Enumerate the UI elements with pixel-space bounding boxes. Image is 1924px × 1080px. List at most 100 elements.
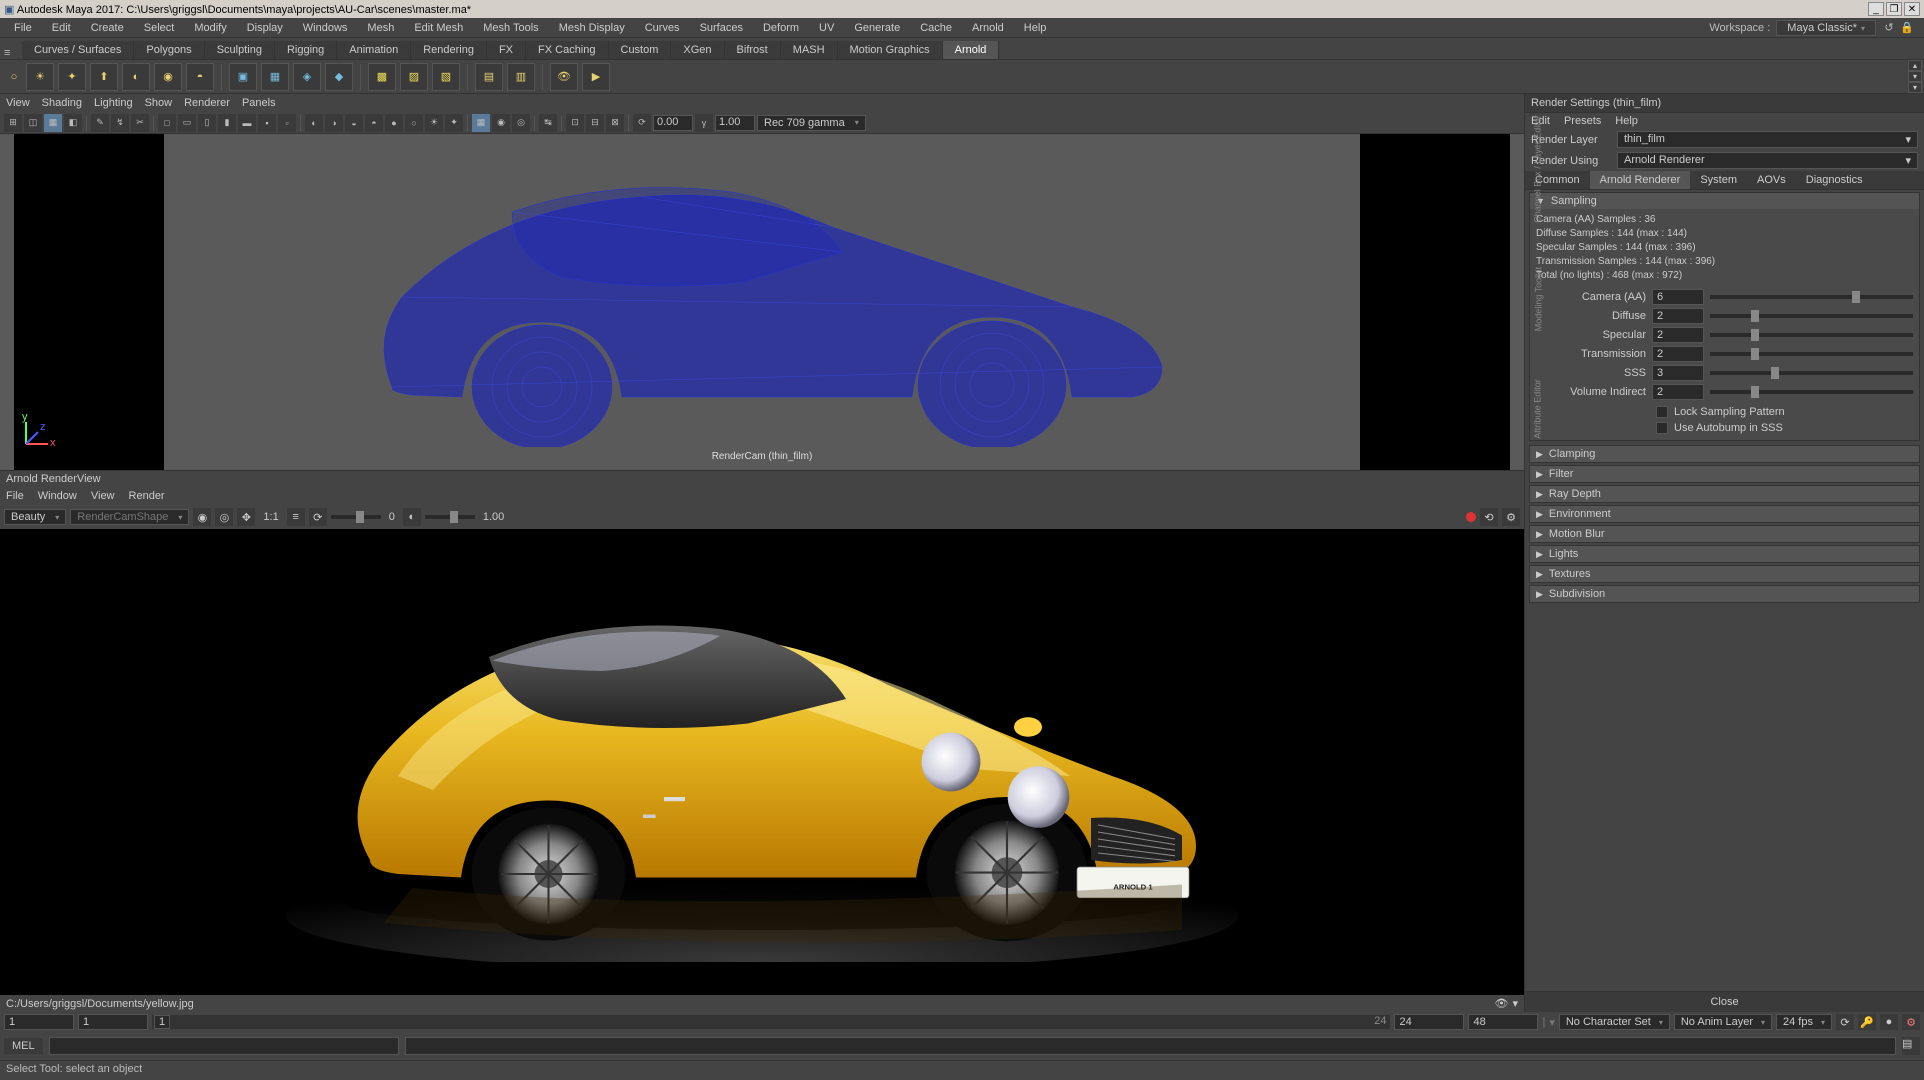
arnold-light-icon[interactable]: ◉	[154, 63, 182, 91]
vp-tool-icon[interactable]: ▬	[238, 114, 256, 132]
menu-mesh[interactable]: Mesh	[357, 20, 404, 36]
vp-tool-icon[interactable]: ⟳	[633, 114, 651, 132]
fps-selector[interactable]: 24 fps	[1776, 1014, 1832, 1030]
menu-select[interactable]: Select	[134, 20, 185, 36]
section-header[interactable]: ▶Ray Depth	[1530, 486, 1919, 502]
vp-tool-icon[interactable]: ✎	[91, 114, 109, 132]
arnold-tx-icon[interactable]: ▧	[432, 63, 460, 91]
timeline-current[interactable]: 1	[154, 1015, 170, 1029]
rv-gamma-slider[interactable]	[425, 515, 475, 519]
rs-tab-aovs[interactable]: AOVs	[1747, 171, 1796, 189]
param-value-field[interactable]: 2	[1652, 308, 1704, 324]
menu-create[interactable]: Create	[81, 20, 134, 36]
param-value-field[interactable]: 6	[1652, 289, 1704, 305]
vp-tool-icon[interactable]: ↹	[539, 114, 557, 132]
param-slider[interactable]	[1710, 333, 1913, 337]
menu-uv[interactable]: UV	[809, 20, 844, 36]
rv-tool-icon[interactable]: ✥	[237, 508, 255, 526]
timeline-autokey-icon[interactable]: ●	[1880, 1014, 1898, 1030]
workspace-selector[interactable]: Maya Classic*	[1776, 20, 1876, 36]
param-slider[interactable]	[1710, 295, 1913, 299]
timeline-settings-icon[interactable]: ⚙	[1902, 1014, 1920, 1030]
side-tab[interactable]: Modeling Toolkit	[1533, 267, 1543, 331]
shelf-tab-arnold[interactable]: Arnold	[943, 41, 1000, 59]
side-tab[interactable]: Channel Box / Layer Editor	[1533, 115, 1543, 223]
vp-tool-icon[interactable]: ▦	[44, 114, 62, 132]
section-header[interactable]: ▶Subdivision	[1530, 586, 1919, 602]
menu-cache[interactable]: Cache	[910, 20, 962, 36]
arnold-tx-icon[interactable]: ▨	[400, 63, 428, 91]
arnold-render-icon[interactable]: ▥	[507, 63, 535, 91]
shelf-tab-sculpting[interactable]: Sculpting	[205, 41, 275, 59]
render-using-selector[interactable]: Arnold Renderer▾	[1617, 152, 1918, 169]
vp-menu-lighting[interactable]: Lighting	[94, 97, 133, 109]
arnold-ipr-icon[interactable]: 👁	[550, 63, 578, 91]
vp-tool-icon[interactable]: ◐	[305, 114, 323, 132]
shelf-scroll-up-icon[interactable]: ▴	[1908, 60, 1922, 71]
rv-tool-icon[interactable]: ⟳	[309, 508, 327, 526]
timeline-loop-icon[interactable]: ⟳	[1836, 1014, 1854, 1030]
checkbox[interactable]	[1656, 422, 1668, 434]
vp-tool-icon[interactable]: ⊞	[4, 114, 22, 132]
rv-menu-render[interactable]: Render	[129, 490, 165, 502]
vp-tool-icon[interactable]: ◉	[492, 114, 510, 132]
param-slider[interactable]	[1710, 352, 1913, 356]
arnold-mesh-icon[interactable]: ◈	[293, 63, 321, 91]
rv-menu-file[interactable]: File	[6, 490, 24, 502]
param-value-field[interactable]: 2	[1652, 327, 1704, 343]
vp-tool-icon[interactable]: ↯	[111, 114, 129, 132]
renderview-viewport[interactable]: ARNOLD 1	[0, 529, 1524, 995]
rv-camera-selector[interactable]: RenderCamShape	[70, 509, 189, 525]
section-header[interactable]: ▶Motion Blur	[1530, 526, 1919, 542]
vp-gamma-field[interactable]: 1.00	[715, 115, 755, 131]
shelf-tab-mash[interactable]: MASH	[781, 41, 838, 59]
vp-tool-icon[interactable]: γ	[695, 114, 713, 132]
timeline-rangeend-field[interactable]: 24	[1394, 1014, 1464, 1030]
shelf-icon[interactable]: ○	[6, 63, 22, 91]
close-window-button[interactable]: ✕	[1904, 2, 1920, 16]
menu-windows[interactable]: Windows	[293, 20, 358, 36]
param-value-field[interactable]: 2	[1652, 384, 1704, 400]
arnold-light-icon[interactable]: ◓	[186, 63, 214, 91]
timeline-track[interactable]: 1 24	[152, 1015, 1390, 1029]
shelf-tab-fx-caching[interactable]: FX Caching	[526, 41, 608, 59]
arnold-play-icon[interactable]: ▶	[582, 63, 610, 91]
timeline-rangestart-field[interactable]: 1	[78, 1014, 148, 1030]
param-value-field[interactable]: 3	[1652, 365, 1704, 381]
menu-generate[interactable]: Generate	[844, 20, 910, 36]
shelf-tab-fx[interactable]: FX	[487, 41, 526, 59]
command-input[interactable]	[49, 1037, 399, 1055]
vp-menu-view[interactable]: View	[6, 97, 30, 109]
rv-path-icon[interactable]: 👁	[1495, 997, 1509, 1010]
menu-arnold[interactable]: Arnold	[962, 20, 1014, 36]
menu-display[interactable]: Display	[237, 20, 293, 36]
menu-file[interactable]: File	[4, 20, 42, 36]
vp-tool-icon[interactable]: ▯	[198, 114, 216, 132]
vp-tool-icon[interactable]: ⊠	[606, 114, 624, 132]
vp-tool-icon[interactable]: ✦	[445, 114, 463, 132]
rv-settings-icon[interactable]: ⚙	[1502, 508, 1520, 526]
section-header[interactable]: ▶Environment	[1530, 506, 1919, 522]
arnold-tx-icon[interactable]: ▩	[368, 63, 396, 91]
menu-modify[interactable]: Modify	[184, 20, 236, 36]
shelf-tab-rigging[interactable]: Rigging	[275, 41, 337, 59]
param-slider[interactable]	[1710, 371, 1913, 375]
rs-menu-help[interactable]: Help	[1615, 115, 1638, 127]
vp-tool-icon[interactable]: ●	[385, 114, 403, 132]
arnold-light-icon[interactable]: ◐	[122, 63, 150, 91]
vp-tool-icon[interactable]: ○	[405, 114, 423, 132]
vp-exposure-field[interactable]: 0.00	[653, 115, 693, 131]
vp-menu-panels[interactable]: Panels	[242, 97, 276, 109]
rv-tool-icon[interactable]: ≡	[287, 508, 305, 526]
timeline-end-field[interactable]: 48	[1468, 1014, 1538, 1030]
timeline-key-icon[interactable]: 🔑	[1858, 1014, 1876, 1030]
shelf-tab-custom[interactable]: Custom	[609, 41, 672, 59]
rv-exposure-slider[interactable]	[331, 515, 381, 519]
arnold-light-icon[interactable]: ⬆	[90, 63, 118, 91]
timeline-start-field[interactable]: 1	[4, 1014, 74, 1030]
vp-tool-icon[interactable]: ▦	[472, 114, 490, 132]
vp-tool-icon[interactable]: ◫	[24, 114, 42, 132]
param-slider[interactable]	[1710, 314, 1913, 318]
vp-menu-shading[interactable]: Shading	[42, 97, 82, 109]
section-header[interactable]: ▶Lights	[1530, 546, 1919, 562]
